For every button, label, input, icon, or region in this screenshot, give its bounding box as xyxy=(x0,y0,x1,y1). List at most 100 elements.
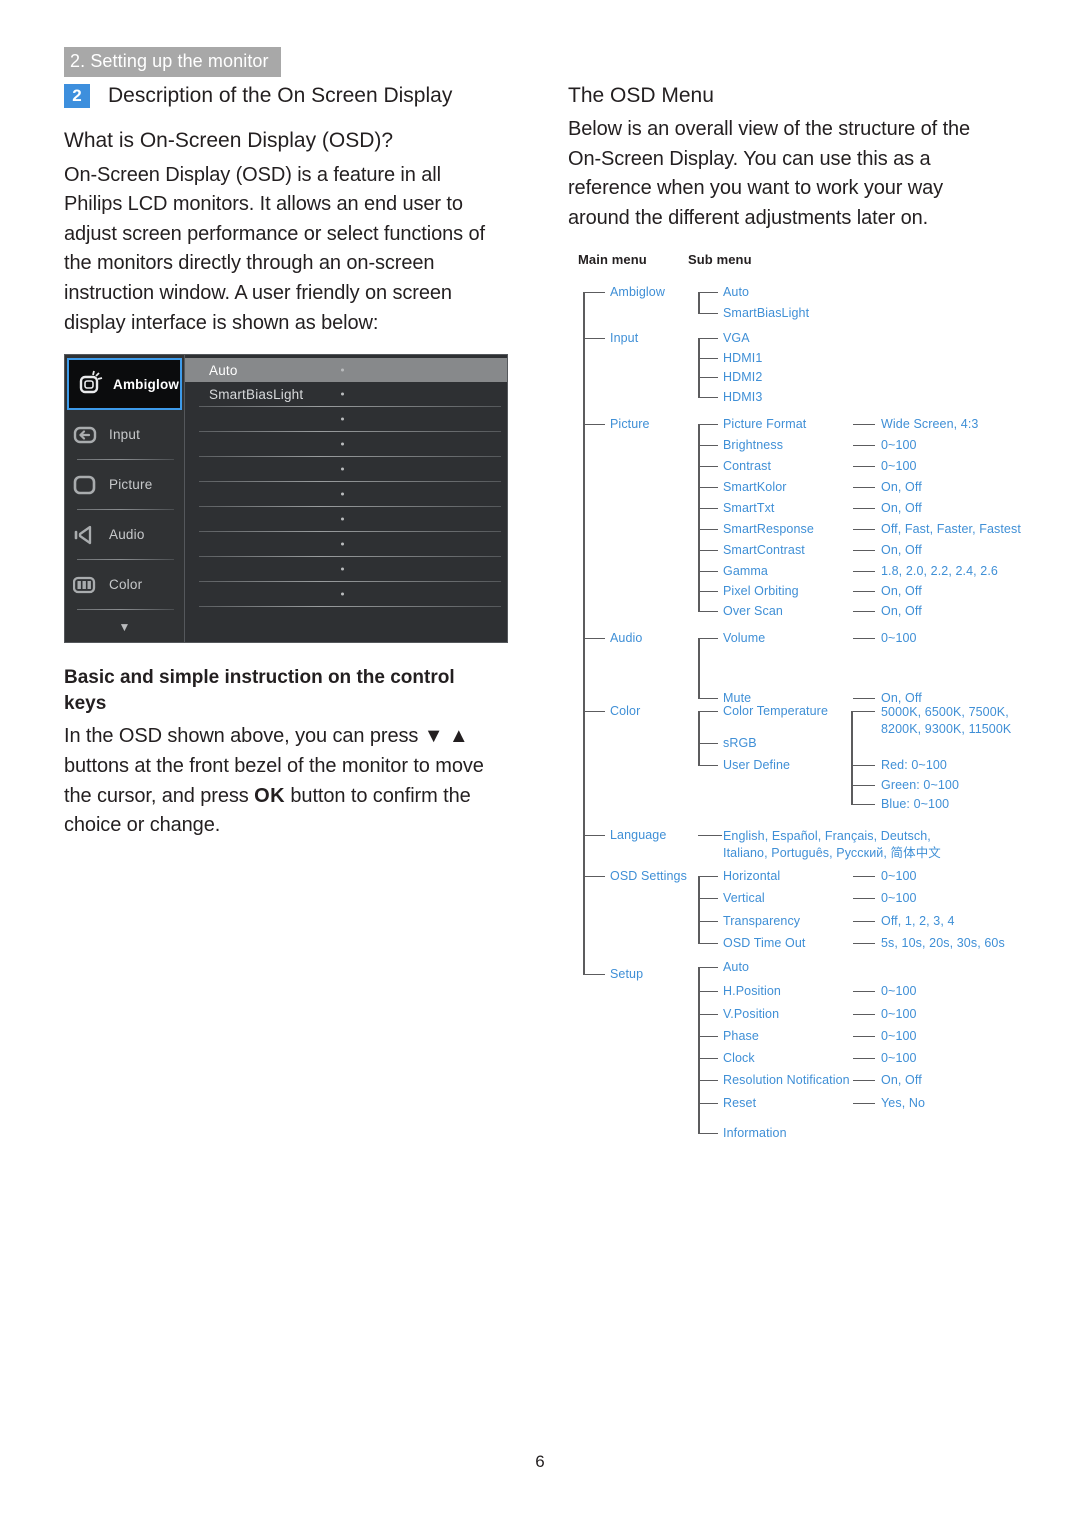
tree-value-over-scan: On, Off xyxy=(881,603,922,618)
osd-sub-row[interactable] xyxy=(185,407,507,431)
tree-branch xyxy=(698,1132,718,1135)
tree-node-resolution-notification: Resolution Notification xyxy=(723,1072,850,1087)
tree-value-gamma: 1.8, 2.0, 2.2, 2.4, 2.6 xyxy=(881,563,998,578)
tree-branch xyxy=(698,528,718,531)
tree-branch xyxy=(698,1057,718,1060)
tree-branch xyxy=(698,444,718,447)
tree-node-over-scan: Over Scan xyxy=(723,603,783,618)
osd-item-ambiglow[interactable]: Ambiglow xyxy=(67,358,182,411)
osd-scroll-down-icon[interactable]: ▼ xyxy=(65,620,184,634)
tree-node-v-position: V.Position xyxy=(723,1006,780,1021)
tree-value-dash xyxy=(853,486,875,489)
tree-node-brightness: Brightness xyxy=(723,437,784,452)
tree-value-picture-format: Wide Screen, 4:3 xyxy=(881,416,979,431)
osd-sub-row[interactable] xyxy=(185,432,507,456)
tree-value-v-position: 0~100 xyxy=(881,1006,917,1021)
tree-branch xyxy=(583,423,605,426)
tree-node-phase: Phase xyxy=(723,1028,759,1043)
tree-value-clock: 0~100 xyxy=(881,1050,917,1065)
tree-branch xyxy=(698,1079,718,1082)
osd-row-dot xyxy=(341,392,344,396)
tree-branch xyxy=(583,291,605,294)
osd-sub-row[interactable] xyxy=(185,582,507,606)
osd-row-dot xyxy=(341,417,344,421)
tree-branch xyxy=(698,423,718,426)
tree-node-setup-auto: Auto xyxy=(723,959,750,974)
osd-sub-row[interactable] xyxy=(185,557,507,581)
tree-node-transparency: Transparency xyxy=(723,913,801,928)
tree-node-osd-time-out: OSD Time Out xyxy=(723,935,806,950)
osd-sub-row[interactable] xyxy=(185,457,507,481)
tree-value-dash xyxy=(851,784,875,787)
tree-value-dash xyxy=(853,549,875,552)
tree-value-dash xyxy=(853,942,875,945)
tree-value-dash xyxy=(853,1079,875,1082)
osd-item-label: Ambiglow xyxy=(113,376,180,392)
osd-sub-row[interactable]: Auto xyxy=(185,358,507,383)
tree-node-clock: Clock xyxy=(723,1050,755,1065)
osd-item-label: Input xyxy=(109,427,141,443)
tree-branch xyxy=(583,637,605,640)
osd-item-input[interactable]: Input xyxy=(65,410,184,459)
tree-node-vertical: Vertical xyxy=(723,890,765,905)
tree-value-language: English, Español, Français, Deutsch, Ita… xyxy=(723,828,941,860)
tree-branch xyxy=(698,376,718,379)
arrow-down-glyph: ▼ xyxy=(423,725,444,748)
osd-item-color[interactable]: Color xyxy=(65,560,184,609)
tree-node-smartresponse: SmartResponse xyxy=(723,521,814,536)
tree-sub-spine xyxy=(698,875,700,943)
tree-value-vertical: 0~100 xyxy=(881,890,917,905)
osd-item-picture[interactable]: Picture xyxy=(65,460,184,509)
heading-what-is-osd: What is On-Screen Display (OSD)? xyxy=(64,129,394,153)
tree-sub-spine xyxy=(698,423,700,611)
osd-row-dot xyxy=(341,442,344,446)
osd-separator xyxy=(77,609,174,611)
osd-sub-row[interactable] xyxy=(185,507,507,531)
tree-branch xyxy=(698,610,718,613)
osd-row-dot xyxy=(341,542,344,546)
tree-value-dash xyxy=(853,920,875,923)
tree-branch xyxy=(698,1102,718,1105)
tree-value-osd-time-out: 5s, 10s, 20s, 30s, 60s xyxy=(881,935,1005,950)
tree-sub-spine xyxy=(698,337,700,397)
tree-node-ambiglow-smartbiaslight: SmartBiasLight xyxy=(723,305,810,320)
ambiglow-icon xyxy=(77,369,107,399)
tree-node-input: Input xyxy=(610,330,639,345)
tree-value-smarttxt: On, Off xyxy=(881,500,922,515)
picture-icon xyxy=(73,470,103,500)
tree-value-dash xyxy=(853,1057,875,1060)
tree-value-reset: Yes, No xyxy=(881,1095,926,1110)
tree-node-setup: Setup xyxy=(610,966,644,981)
osd-screenshot: Ambiglow Input Picture Audio Color ▼ Aut… xyxy=(64,354,508,644)
osd-sub-row[interactable]: SmartBiasLight xyxy=(185,382,507,406)
right-column: The OSD Menu Below is an overall view of… xyxy=(568,82,1021,1152)
left-column: 2 Description of the On Screen Display W… xyxy=(64,82,508,847)
tree-node-smarttxt: SmartTxt xyxy=(723,500,775,515)
osd-row-dot xyxy=(341,467,344,471)
tree-node-input-hdmi1: HDMI1 xyxy=(723,350,763,365)
tree-value-dash xyxy=(853,897,875,900)
tree-node-osd-settings: OSD Settings xyxy=(610,868,687,883)
osd-item-audio[interactable]: Audio xyxy=(65,510,184,559)
tree-value-horizontal: 0~100 xyxy=(881,868,917,883)
tree-value-dash xyxy=(853,423,875,426)
osd-row-dot xyxy=(341,368,344,372)
tree-branch xyxy=(698,1013,718,1016)
tree-value-dash xyxy=(853,990,875,993)
paragraph-control-keys: In the OSD shown above, you can press ▼ … xyxy=(64,722,494,840)
tree-node-color-temperature: Color Temperature xyxy=(723,703,828,718)
osd-sub-row-label: Auto xyxy=(209,362,238,378)
tree-value-dash xyxy=(853,1013,875,1016)
osd-row-dot xyxy=(341,592,344,596)
osd-sub-row[interactable] xyxy=(185,482,507,506)
osd-sub-row[interactable] xyxy=(185,532,507,556)
tree-node-contrast: Contrast xyxy=(723,458,772,473)
tree-node-ambiglow-auto: Auto xyxy=(723,284,750,299)
tree-node-language: Language xyxy=(610,827,667,842)
tree-value-smartresponse: Off, Fast, Faster, Fastest xyxy=(881,521,1021,536)
tree-branch xyxy=(698,897,718,900)
osd-row-dot xyxy=(341,517,344,521)
tree-value-dash xyxy=(853,444,875,447)
tree-node-input-hdmi2: HDMI2 xyxy=(723,369,763,384)
tree-branch xyxy=(698,337,718,340)
